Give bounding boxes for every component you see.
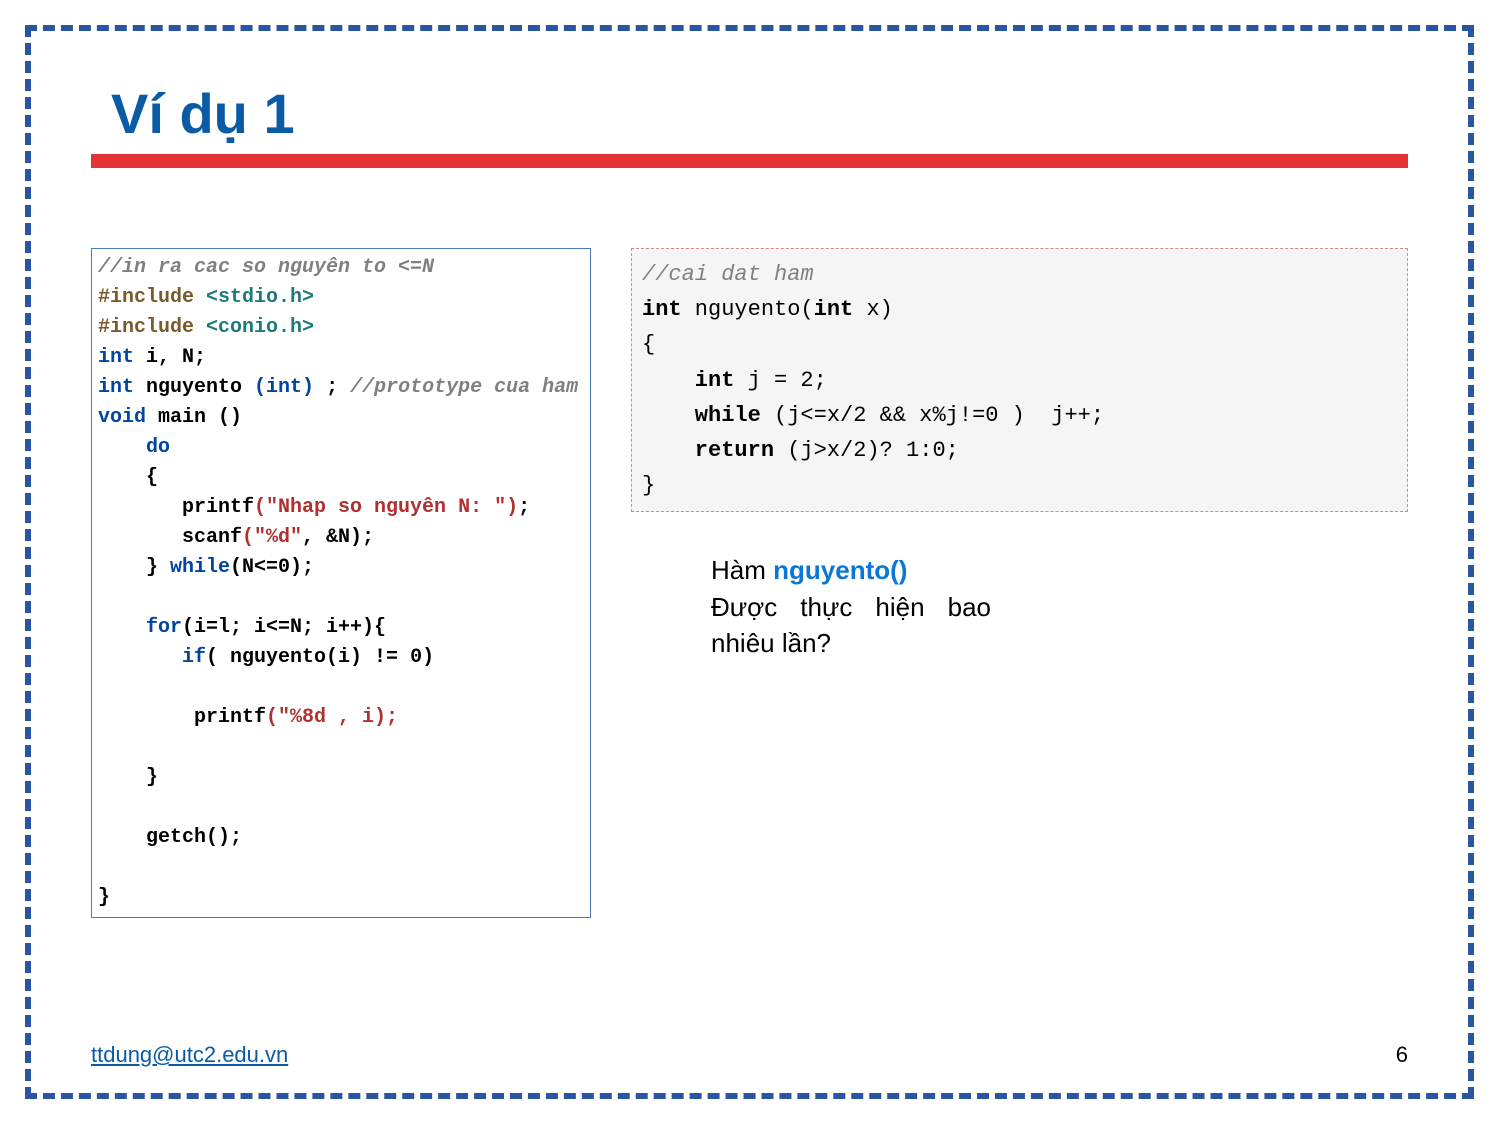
code-keyword: int <box>98 346 134 369</box>
code-keyword: int <box>814 297 854 322</box>
code-text: ( nguyento(i) != 0) <box>206 646 434 669</box>
code-include: <conio.h> <box>206 316 314 339</box>
code-text: j = 2; <box>734 368 826 393</box>
code-text: nguyento <box>134 376 254 399</box>
code-keyword: do <box>98 436 170 459</box>
code-keyword: if <box>98 646 206 669</box>
question-part1: Hàm <box>711 555 773 585</box>
code-keyword: for <box>98 616 182 639</box>
code-directive: #include <box>98 286 206 309</box>
code-text: i, N; <box>134 346 206 369</box>
code-keyword: int <box>98 376 134 399</box>
code-text: printf <box>98 706 266 729</box>
code-keyword: return <box>642 438 774 463</box>
code-text: printf <box>98 496 254 519</box>
code-keyword: void <box>98 406 146 429</box>
code-text: (i=l; i<=N; i++){ <box>182 616 386 639</box>
code-text: { <box>642 332 655 357</box>
code-block-main: //in ra cac so nguyên to <=N #include <s… <box>91 248 591 918</box>
code-text: scanf <box>98 526 242 549</box>
content-row: //in ra cac so nguyên to <=N #include <s… <box>91 248 1408 918</box>
code-string: ("%d" <box>242 526 302 549</box>
footer-email: ttdung@utc2.edu.vn <box>91 1042 288 1068</box>
code-keyword: int <box>642 368 734 393</box>
slide-frame: Ví dụ 1 //in ra cac so nguyên to <=N #in… <box>25 25 1474 1099</box>
code-text: (j<=x/2 && x%j!=0 ) j++; <box>761 403 1104 428</box>
code-comment: //prototype cua ham <box>350 376 578 399</box>
question-part2: Được thực hiện bao nhiêu lần? <box>711 592 991 658</box>
code-directive: #include <box>98 316 206 339</box>
code-text: main () <box>146 406 242 429</box>
code-text: ; <box>518 496 530 519</box>
code-text: , &N); <box>302 526 374 549</box>
code-comment: //in ra cac so nguyên to <=N <box>98 256 434 279</box>
code-text: } <box>98 886 110 909</box>
code-text: (j>x/2)? 1:0; <box>774 438 959 463</box>
footer: ttdung@utc2.edu.vn 6 <box>91 1042 1408 1068</box>
slide-title: Ví dụ 1 <box>111 81 1408 146</box>
code-text: } <box>98 556 170 579</box>
code-keyword: while <box>170 556 230 579</box>
title-underline <box>91 154 1408 168</box>
code-text: { <box>98 466 158 489</box>
right-column: //cai dat ham int nguyento(int x) { int … <box>631 248 1408 661</box>
page-number: 6 <box>1396 1042 1408 1068</box>
left-column: //in ra cac so nguyên to <=N #include <s… <box>91 248 591 918</box>
code-string: ("%8d , i); <box>266 706 398 729</box>
code-string: ("Nhap so nguyên N: ") <box>254 496 518 519</box>
code-comment: //cai dat ham <box>642 262 814 287</box>
code-text: } <box>642 473 655 498</box>
code-keyword: while <box>642 403 761 428</box>
code-text: (N<=0); <box>230 556 314 579</box>
code-keyword: (int) <box>254 376 314 399</box>
question-text: Hàm nguyento() Được thực hiện bao nhiêu … <box>711 552 991 661</box>
code-include: <stdio.h> <box>206 286 314 309</box>
code-text: } <box>98 766 158 789</box>
code-text: getch(); <box>98 826 242 849</box>
code-text: x) <box>853 297 893 322</box>
function-name: nguyento() <box>773 555 907 585</box>
code-text: nguyento( <box>682 297 814 322</box>
code-text: ; <box>314 376 350 399</box>
code-block-function: //cai dat ham int nguyento(int x) { int … <box>631 248 1408 512</box>
code-keyword: int <box>642 297 682 322</box>
